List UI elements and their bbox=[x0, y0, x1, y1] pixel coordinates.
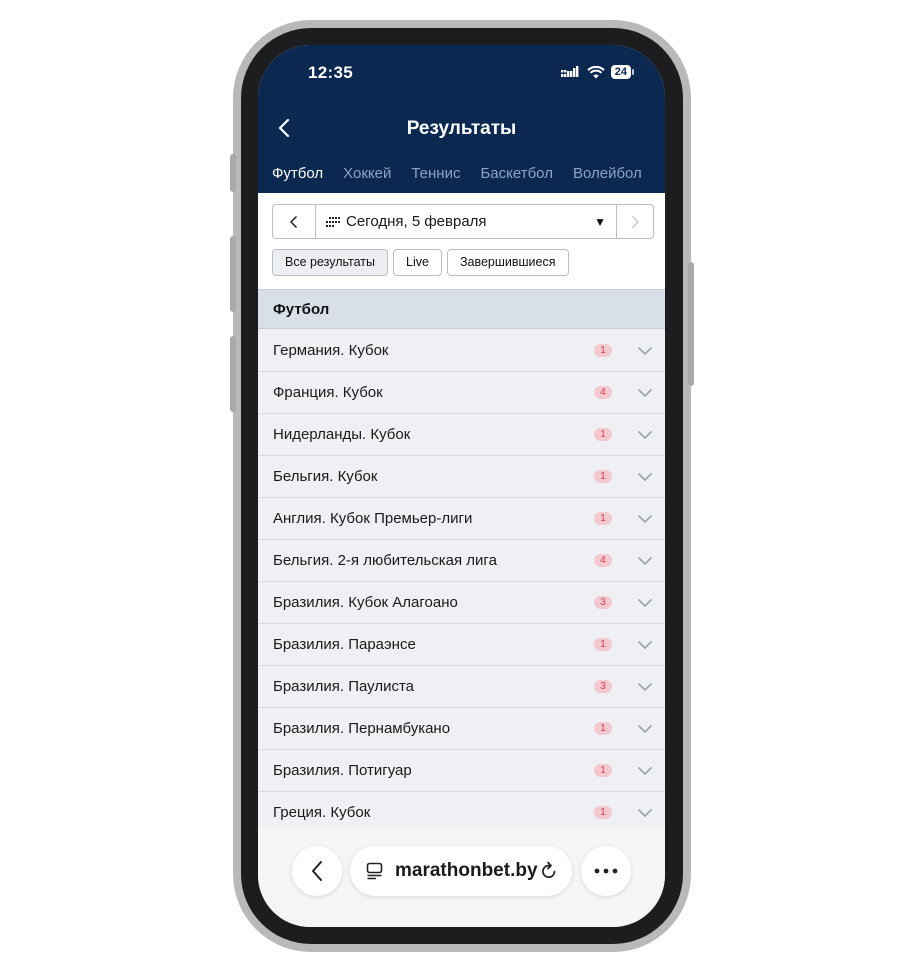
filter-all-results[interactable]: Все результаты bbox=[272, 249, 389, 276]
chevron-down-icon bbox=[638, 683, 652, 692]
date-dropdown[interactable]: Сегодня, 5 февраля ▼ bbox=[316, 205, 616, 238]
league-name: Бразилия. Кубок Алагоано bbox=[273, 594, 458, 611]
league-row[interactable]: Бельгия. Кубок 1 bbox=[258, 456, 665, 498]
chevron-down-icon bbox=[638, 725, 652, 734]
league-name: Бразилия. Пернамбукано bbox=[273, 720, 451, 737]
league-row[interactable]: Англия. Кубок Премьер-лиги 1 bbox=[258, 498, 665, 540]
cellular-signal-icon bbox=[560, 66, 579, 77]
event-count-badge: 1 bbox=[594, 512, 612, 525]
league-row[interactable]: Франция. Кубок 4 bbox=[258, 372, 665, 414]
event-count-badge: 1 bbox=[594, 722, 612, 735]
league-row[interactable]: Бразилия. Потигуар 1 bbox=[258, 750, 665, 792]
league-name: Германия. Кубок bbox=[273, 342, 389, 359]
app-header: 12:35 24 Результаты Футбол Хоккей Теннис… bbox=[258, 45, 665, 201]
calendar-icon bbox=[326, 216, 340, 227]
section-header: Футбол bbox=[258, 289, 665, 329]
event-count-badge: 4 bbox=[594, 386, 612, 399]
event-count-badge: 4 bbox=[594, 554, 612, 567]
tab-football[interactable]: Футбол bbox=[266, 165, 328, 201]
next-day-button[interactable] bbox=[616, 205, 653, 238]
page-title: Результаты bbox=[406, 118, 517, 139]
league-list: Германия. Кубок 1 Франция. Кубок 4 Нидерла… bbox=[258, 330, 665, 834]
filter-finished[interactable]: Завершившиеся bbox=[446, 249, 569, 276]
chevron-down-icon bbox=[638, 809, 652, 818]
status-time: 12:35 bbox=[308, 63, 353, 82]
ellipsis-icon bbox=[594, 868, 618, 874]
phone-power-button bbox=[688, 262, 694, 386]
sport-tabs: Футбол Хоккей Теннис Баскетбол Волейбол bbox=[266, 165, 662, 201]
league-row[interactable]: Бразилия. Кубок Алагоано 3 bbox=[258, 582, 665, 624]
chevron-down-icon bbox=[638, 431, 652, 440]
league-name: Бразилия. Потигуар bbox=[273, 762, 412, 779]
previous-day-button[interactable] bbox=[273, 205, 316, 238]
league-row[interactable]: Бельгия. 2-я любительская лига 4 bbox=[258, 540, 665, 582]
league-name: Бельгия. 2-я любительская лига bbox=[273, 552, 497, 569]
chevron-right-icon bbox=[632, 215, 640, 228]
league-row[interactable]: Нидерланды. Кубок 1 bbox=[258, 414, 665, 456]
chevron-down-icon bbox=[638, 641, 652, 650]
chevron-down-icon bbox=[638, 515, 652, 524]
event-count-badge: 1 bbox=[594, 638, 612, 651]
chevron-left-icon bbox=[312, 861, 322, 881]
tab-hockey[interactable]: Хоккей bbox=[343, 165, 391, 182]
wifi-icon bbox=[587, 65, 605, 78]
league-name: Греция. Кубок bbox=[273, 804, 371, 821]
filter-live[interactable]: Live bbox=[393, 249, 442, 276]
address-bar[interactable]: marathonbet.by bbox=[350, 846, 572, 896]
chevron-down-icon bbox=[638, 767, 652, 776]
event-count-badge: 3 bbox=[594, 680, 612, 693]
event-count-badge: 1 bbox=[594, 470, 612, 483]
phone-action-button bbox=[230, 154, 236, 192]
chevron-left-icon bbox=[289, 215, 297, 228]
league-row[interactable]: Бразилия. Паулиста 3 bbox=[258, 666, 665, 708]
league-row[interactable]: Бразилия. Параэнсе 1 bbox=[258, 624, 665, 666]
browser-toolbar: marathonbet.by bbox=[258, 828, 665, 927]
phone-volume-up-button bbox=[230, 236, 236, 312]
league-name: Бразилия. Параэнсе bbox=[273, 636, 416, 653]
more-options-button[interactable] bbox=[581, 846, 631, 896]
league-name: Англия. Кубок Премьер-лиги bbox=[273, 510, 473, 527]
tab-basketball[interactable]: Баскетбол bbox=[480, 165, 553, 182]
chevron-down-icon bbox=[638, 557, 652, 566]
league-name: Франция. Кубок bbox=[273, 384, 383, 401]
chevron-down-icon bbox=[638, 389, 652, 398]
page-menu-icon bbox=[366, 862, 383, 880]
tab-tennis[interactable]: Теннис bbox=[411, 165, 460, 182]
event-count-badge: 1 bbox=[594, 428, 612, 441]
event-count-badge: 1 bbox=[594, 764, 612, 777]
chevron-down-icon bbox=[638, 473, 652, 482]
phone-screen: 12:35 24 Результаты Футбол Хоккей Теннис… bbox=[258, 45, 665, 927]
chevron-down-icon bbox=[638, 347, 652, 356]
filter-panel: Сегодня, 5 февраля ▼ Все результаты Live… bbox=[258, 193, 665, 289]
url-text: marathonbet.by bbox=[395, 860, 538, 881]
event-count-badge: 1 bbox=[594, 806, 612, 819]
league-row[interactable]: Германия. Кубок 1 bbox=[258, 330, 665, 372]
browser-back-button[interactable] bbox=[292, 846, 342, 896]
date-selector: Сегодня, 5 февраля ▼ bbox=[272, 204, 654, 239]
battery-icon: 24 bbox=[610, 65, 635, 79]
chevron-down-icon bbox=[638, 599, 652, 608]
event-count-badge: 3 bbox=[594, 596, 612, 609]
league-name: Бразилия. Паулиста bbox=[273, 678, 415, 695]
phone-volume-down-button bbox=[230, 336, 236, 412]
league-row[interactable]: Бразилия. Пернамбукано 1 bbox=[258, 708, 665, 750]
tab-volleyball[interactable]: Волейбол bbox=[573, 165, 642, 182]
event-count-badge: 1 bbox=[594, 344, 612, 357]
caret-down-icon: ▼ bbox=[594, 215, 606, 229]
status-icons: 24 bbox=[560, 65, 635, 79]
reload-icon[interactable] bbox=[540, 861, 558, 881]
result-filter-chips: Все результаты Live Завершившиеся bbox=[272, 249, 569, 276]
league-name: Нидерланды. Кубок bbox=[273, 426, 411, 443]
date-label: Сегодня, 5 февраля bbox=[346, 213, 487, 230]
league-name: Бельгия. Кубок bbox=[273, 468, 378, 485]
